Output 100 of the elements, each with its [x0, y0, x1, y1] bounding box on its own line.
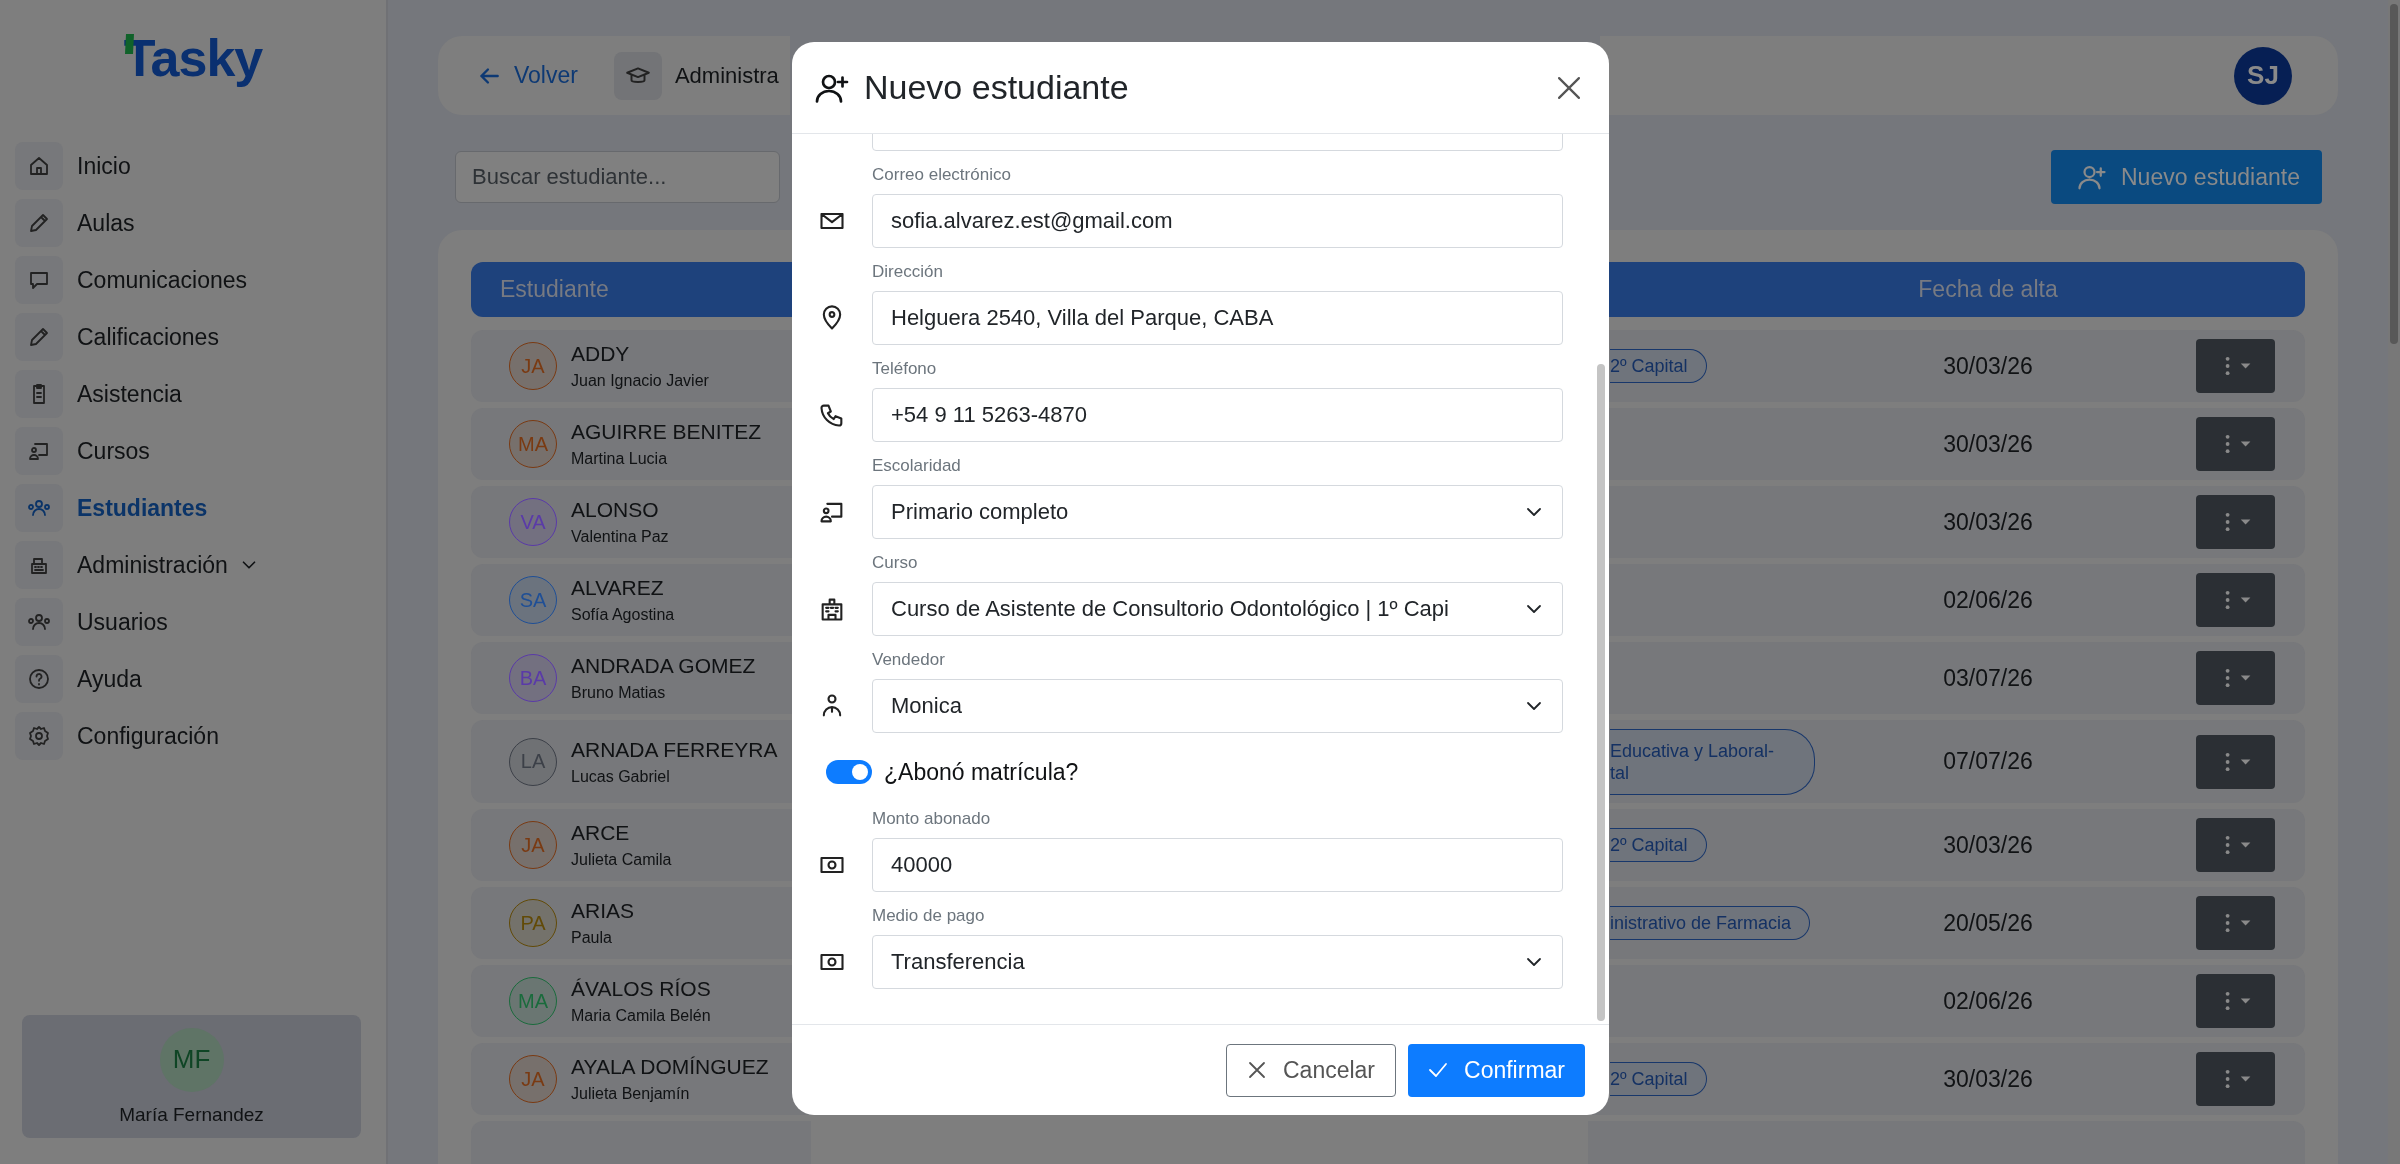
sidebar-item[interactable]: Usuarios [15, 598, 168, 646]
sidebar-item[interactable]: Ayuda [15, 655, 142, 703]
field-label: Vendedor [872, 649, 946, 671]
sidebar-item[interactable]: Aulas [15, 199, 135, 247]
help-icon [15, 655, 63, 703]
date-cell-text: 30/03/26 [1942, 1065, 2034, 1093]
settings-icon [15, 712, 63, 760]
select-field[interactable]: Curso de Asistente de Consultorio Odontológico | 1º Capi [872, 582, 1563, 636]
sidebar-item[interactable]: Comunicaciones [15, 256, 248, 304]
actions-dropdown-button[interactable] [2196, 339, 2275, 393]
select-field[interactable]: Transferencia [872, 935, 1563, 989]
sidebar-item[interactable]: Cursos [15, 427, 150, 475]
date-cell-text: 30/03/26 [1942, 508, 2034, 536]
toggle-switch[interactable] [826, 760, 872, 784]
course-tag: 2º Capital [1610, 828, 1707, 862]
actions-dropdown-button[interactable] [2196, 417, 2275, 471]
student-given-name: Julieta Benjamín [571, 1085, 691, 1103]
initials-avatar: MA [509, 420, 557, 468]
modal-scrollbar[interactable] [1597, 364, 1605, 1021]
actions-dropdown-button[interactable] [2196, 651, 2275, 705]
student-surname: ADDY [571, 342, 631, 366]
column-header: Fecha de alta [1917, 276, 2059, 303]
toggle-label: ¿Abonó matrícula? [884, 758, 1079, 786]
student-given-name: Valentina Paz [571, 528, 669, 546]
student-given-name: Paula [571, 929, 613, 947]
select-field[interactable]: Monica [872, 679, 1563, 733]
course-tag: inistrativo de Farmacia [1610, 906, 1811, 940]
student-given-name: Maria Camila Belén [571, 1007, 711, 1025]
column-header: Estudiante [499, 276, 609, 303]
input-field[interactable]: Helguera 2540, Villa del Parque, CABA [872, 291, 1563, 345]
pencil-icon [15, 199, 63, 247]
student-given-name: Julieta Camila [571, 851, 672, 869]
actions-dropdown-button[interactable] [2196, 573, 2275, 627]
search-field[interactable]: Buscar estudiante... [455, 151, 780, 203]
student-surname: ÁVALOS RÍOS [571, 977, 711, 1001]
input-field[interactable]: sofia.alvarez.est@gmail.com [872, 194, 1563, 248]
student-given-name: Juan Ignacio Javier [571, 372, 709, 390]
initials-avatar: JA [509, 1055, 557, 1103]
page-scrollbar[interactable] [2388, 0, 2400, 1164]
presentation-icon [15, 427, 63, 475]
input-field[interactable]: 40000 [872, 838, 1563, 892]
field-label: Escolaridad [872, 455, 962, 477]
people-icon [15, 598, 63, 646]
student-surname: ALVAREZ [571, 576, 665, 600]
actions-dropdown-button[interactable] [2196, 896, 2275, 950]
actions-dropdown-button[interactable] [2196, 818, 2275, 872]
course-tag: 2º Capital [1610, 349, 1707, 383]
back-link[interactable]: Volver [476, 62, 578, 89]
date-cell-text: 02/06/26 [1942, 987, 2034, 1015]
profile-avatar[interactable]: SJ [2234, 46, 2292, 105]
cancel-button[interactable]: Cancelar [1226, 1043, 1397, 1097]
modal-title: Nuevo estudiante [864, 68, 1129, 107]
confirm-button[interactable]: Confirmar [1408, 1043, 1585, 1097]
actions-dropdown-button[interactable] [2196, 734, 2275, 789]
date-cell-text: 20/05/26 [1942, 909, 2034, 937]
date-cell-text: 30/03/26 [1942, 352, 2034, 380]
select-field[interactable]: Primario completo [872, 485, 1563, 539]
sidebar-item[interactable]: Administración [15, 541, 260, 589]
sidebar-item[interactable]: Inicio [15, 142, 131, 190]
user-name: María Fernandez [119, 1103, 264, 1126]
student-surname: ARIAS [571, 899, 635, 923]
initials-avatar: JA [509, 342, 557, 390]
input-field[interactable]: +54 9 11 5263-4870 [872, 388, 1563, 442]
new-student-button[interactable]: Nuevo estudiante [2051, 150, 2322, 204]
sidebar-item[interactable]: Configuración [15, 712, 219, 760]
sidebar-item[interactable]: Calificaciones [15, 313, 219, 361]
student-given-name: Sofía Agostina [571, 606, 675, 624]
field-label: Teléfono [872, 358, 938, 380]
student-given-name: Bruno Matias [571, 684, 667, 702]
initials-avatar: MA [509, 977, 557, 1025]
student-surname: AGUIRRE BENITEZ [571, 420, 762, 444]
initials-avatar: SA [509, 576, 557, 624]
people-icon [15, 484, 63, 532]
student-surname: ANDRADA GOMEZ [571, 654, 756, 678]
field-label: Curso [872, 552, 919, 574]
date-cell-text: 02/06/26 [1942, 586, 2034, 614]
field-label: Correo electrónico [872, 164, 1012, 186]
breadcrumb-text: Administra [674, 62, 779, 89]
speech-bubble-icon [15, 256, 63, 304]
field-label: Dirección [872, 261, 944, 283]
student-surname: ALONSO [571, 498, 660, 522]
home-icon [15, 142, 63, 190]
date-cell-text: 03/07/26 [1942, 664, 2034, 692]
date-cell-text: 30/03/26 [1942, 430, 2034, 458]
actions-dropdown-button[interactable] [2196, 1052, 2275, 1106]
student-given-name: Martina Lucia [571, 450, 669, 468]
course-tag: 2º Capital [1610, 1062, 1707, 1096]
date-cell-text: 30/03/26 [1942, 831, 2034, 859]
student-surname: ARCE [571, 821, 631, 845]
student-given-name: Lucas Gabriel [571, 767, 671, 786]
sidebar-item[interactable]: Asistencia [15, 370, 182, 418]
clipboard-icon [15, 370, 63, 418]
app-logo[interactable]: Tasky [123, 28, 263, 88]
student-surname: AYALA DOMÍNGUEZ [571, 1055, 769, 1079]
field-label: Medio de pago [872, 905, 986, 927]
actions-dropdown-button[interactable] [2196, 495, 2275, 549]
sidebar-item[interactable]: Estudiantes [15, 484, 208, 532]
table-row[interactable]: JA AYALA DOMÍNGUEZ Julieta Benjamín [471, 1043, 811, 1115]
graduation-cap-icon [613, 51, 662, 100]
actions-dropdown-button[interactable] [2196, 974, 2275, 1028]
